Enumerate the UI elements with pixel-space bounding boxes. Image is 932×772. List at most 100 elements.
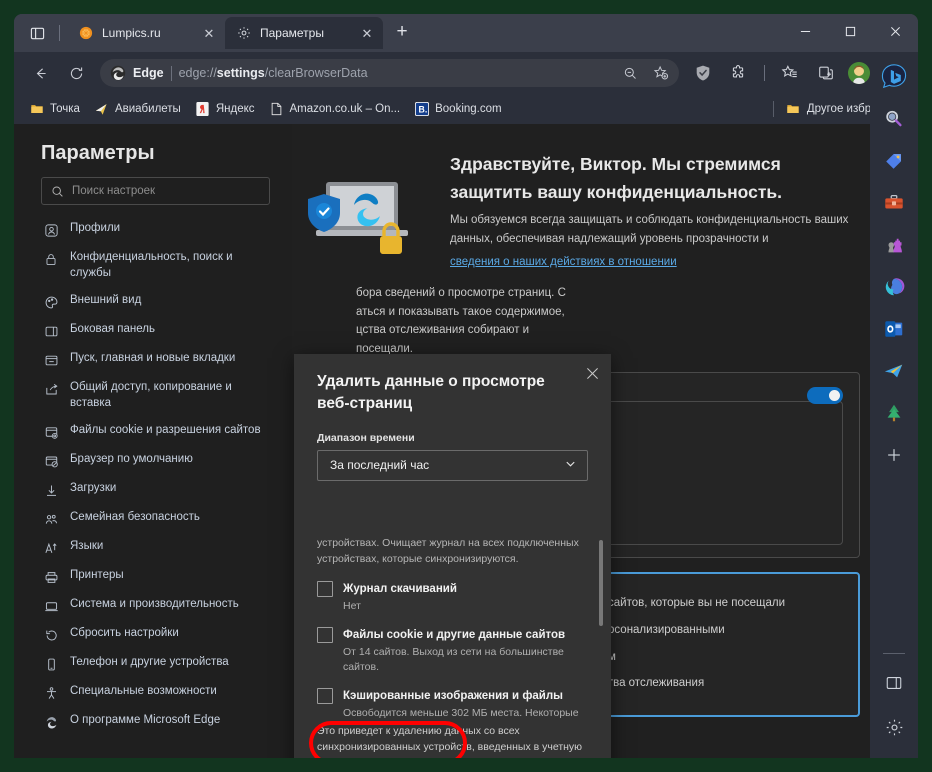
time-range-value: За последний час: [330, 458, 430, 473]
cookie-icon: [43, 424, 59, 440]
sidebar-item-default-browser[interactable]: Браузер по умолчанию: [14, 446, 292, 475]
sidebar-item-reset-settings[interactable]: Сбросить настройки: [14, 620, 292, 649]
tracking-toggle[interactable]: [807, 387, 843, 405]
close-button[interactable]: [873, 14, 918, 48]
download-history-checkbox[interactable]: [317, 580, 333, 597]
tab-lumpics[interactable]: Lumpics.ru ✕: [67, 17, 225, 49]
telegram-icon[interactable]: [877, 354, 911, 388]
checkbox-title: Файлы cookie и другие данные сайтов: [343, 628, 566, 641]
sidebar-item-sidebar[interactable]: Боковая панель: [14, 316, 292, 345]
language-icon: [43, 540, 59, 556]
search-icon[interactable]: [877, 102, 911, 136]
sidebar-item-label: Профили: [70, 222, 121, 234]
new-tab-button[interactable]: +: [388, 18, 416, 46]
bookmarks-bar: Точка Авиабилеты Яндекс Amazon.co.uk – O…: [14, 94, 918, 124]
omnibox-url[interactable]: edge://settings/clearBrowserData: [179, 66, 611, 80]
dialog-scrollbar[interactable]: [599, 540, 603, 680]
bookmarks-separator: [772, 101, 774, 117]
collections-star-icon[interactable]: [775, 58, 805, 88]
minimize-button[interactable]: [783, 14, 828, 48]
checkbox-subtitle: Нет: [343, 599, 361, 612]
tree-icon[interactable]: [877, 396, 911, 430]
checkbox-row-download-history[interactable]: Журнал скачиваний Нет: [317, 579, 594, 614]
bookmark-label: Яндекс: [215, 103, 255, 115]
clear-browsing-data-dialog: Удалить данные о просмотре веб-страниц Д…: [294, 354, 611, 758]
settings-gear-icon[interactable]: [877, 710, 911, 744]
tools-icon[interactable]: [877, 186, 911, 220]
time-range-select[interactable]: За последний час: [317, 449, 588, 481]
hero-paragraph: Мы обязуемся всегда защищать и соблюдать…: [450, 214, 849, 245]
url-suffix: /clearBrowserData: [264, 66, 368, 80]
close-icon[interactable]: [579, 360, 605, 386]
share-icon: [43, 381, 59, 397]
sidebar-toggle-icon[interactable]: [877, 666, 911, 700]
back-button[interactable]: [25, 58, 55, 88]
search-input[interactable]: Поиск настроек: [41, 177, 270, 205]
sidebar-item-languages[interactable]: Языки: [14, 533, 292, 562]
dialog-scrollbar-thumb[interactable]: [599, 540, 603, 626]
search-placeholder: Поиск настроек: [72, 185, 156, 197]
browser-window: Lumpics.ru ✕ Параметры ✕ + Edge edge://s…: [14, 14, 918, 758]
cookies-checkbox[interactable]: [317, 626, 333, 643]
sidebar-item-cookies[interactable]: Файлы cookie и разрешения сайтов: [14, 417, 292, 446]
sidebar-item-label: Файлы cookie и разрешения сайтов: [70, 424, 261, 437]
sidebar-item-system-performance[interactable]: Система и производительность: [14, 591, 292, 620]
split-screen-icon[interactable]: [811, 58, 841, 88]
profile-avatar[interactable]: [848, 62, 870, 84]
games-icon[interactable]: [877, 228, 911, 262]
sidebar-item-label: Боковая панель: [70, 323, 155, 336]
tab-title: Параметры: [260, 26, 324, 40]
extensions-puzzle-icon[interactable]: [724, 58, 754, 88]
bookmark-tochka[interactable]: Точка: [22, 99, 87, 120]
sidebar-item-privacy[interactable]: Конфиденциальность, поиск и службы: [14, 244, 292, 287]
sidebar-item-printers[interactable]: Принтеры: [14, 562, 292, 591]
url-bold: settings: [216, 66, 265, 80]
sidebar-item-label: Конфиденциальность, поиск и службы: [70, 251, 233, 279]
shopping-tag-icon[interactable]: [877, 144, 911, 178]
plane-icon: [94, 102, 109, 117]
hero-link[interactable]: сведения о наших действиях в отношении: [450, 256, 677, 268]
sidebar-item-label: Загрузки: [70, 482, 117, 495]
time-range-label: Диапазон времени: [317, 431, 415, 444]
add-favorite-icon[interactable]: [649, 61, 673, 85]
sidebar-item-appearance[interactable]: Внешний вид: [14, 287, 292, 316]
sidebar-item-share-copy-paste[interactable]: Общий доступ, копирование и вставка: [14, 374, 292, 417]
data-type-list[interactable]: устройствах. Очищает журнал на всех подк…: [294, 536, 611, 721]
zoom-out-icon[interactable]: [618, 61, 642, 85]
maximize-button[interactable]: [828, 14, 873, 48]
profile-icon: [43, 222, 59, 238]
bookmark-aviabilety[interactable]: Авиабилеты: [87, 99, 188, 120]
orange-favicon: [78, 25, 94, 41]
outlook-icon[interactable]: [877, 312, 911, 346]
sidebar-item-family-safety[interactable]: Семейная безопасность: [14, 504, 292, 533]
checkbox-row-cached-images[interactable]: Кэшированные изображения и файлы Освобод…: [317, 686, 594, 721]
content-area: Параметры Поиск настроек Профили Конфиде…: [14, 124, 918, 758]
office-icon[interactable]: [877, 270, 911, 304]
bookmark-yandex[interactable]: Яндекс: [188, 99, 262, 120]
refresh-button[interactable]: [61, 58, 91, 88]
sidebar-item-label: Браузер по умолчанию: [70, 453, 193, 466]
checkbox-title: Кэшированные изображения и файлы: [343, 690, 563, 703]
checkbox-row-cookies[interactable]: Файлы cookie и другие данные сайтов От 1…: [317, 625, 594, 675]
sidebar-item-about-edge[interactable]: О программе Microsoft Edge: [14, 707, 292, 736]
add-icon[interactable]: [877, 438, 911, 472]
sidebar-item-profiles[interactable]: Профили: [14, 215, 292, 244]
cached-images-checkbox[interactable]: [317, 688, 333, 705]
phone-icon: [43, 656, 59, 672]
bookmark-amazon[interactable]: Amazon.co.uk – On...: [262, 99, 408, 120]
bookmark-booking[interactable]: B. Booking.com: [407, 99, 508, 120]
sidebar-item-phone-devices[interactable]: Телефон и другие устройства: [14, 649, 292, 678]
tab-close-button[interactable]: ✕: [199, 23, 219, 43]
tab-actions-button[interactable]: [22, 18, 52, 48]
tab-close-button[interactable]: ✕: [357, 23, 377, 43]
address-bar[interactable]: Edge edge://settings/clearBrowserData: [100, 59, 679, 87]
tab-settings[interactable]: Параметры ✕: [225, 17, 383, 49]
omnibox-brand: Edge: [133, 66, 164, 80]
sidebar-item-downloads[interactable]: Загрузки: [14, 475, 292, 504]
sidebar-item-accessibility[interactable]: Специальные возможности: [14, 678, 292, 707]
bing-copilot-icon[interactable]: [877, 60, 911, 94]
shield-icon[interactable]: [688, 58, 718, 88]
privacy-hero: Здравствуйте, Виктор. Мы стремимся защит…: [292, 124, 918, 272]
sidebar-item-start-home[interactable]: Пуск, главная и новые вкладки: [14, 345, 292, 374]
window-controls: [783, 14, 918, 48]
